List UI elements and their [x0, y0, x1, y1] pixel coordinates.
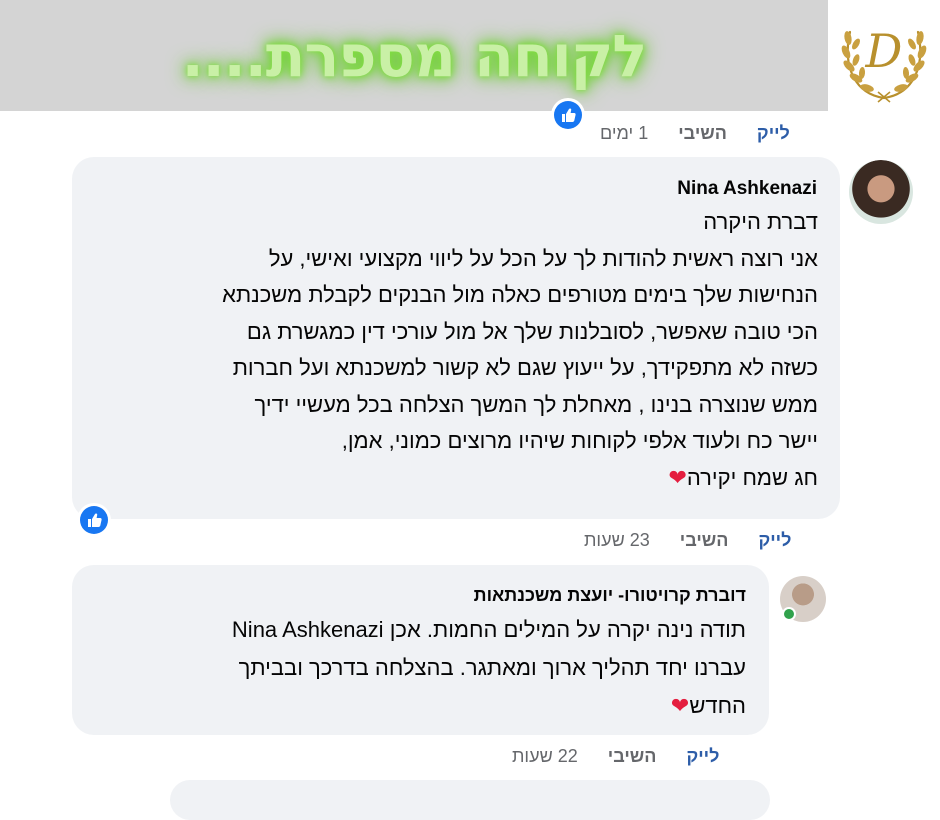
comment-text: החדש: [689, 693, 746, 718]
heart-icon: ❤: [670, 693, 690, 718]
comment1-actions: לייק השיבי 23 שעות: [584, 530, 791, 551]
comment-line-last: חג שמח יקירה❤: [222, 460, 818, 497]
comment-line: אני רוצה ראשית להודות לך על הכל על ליווי…: [268, 245, 818, 271]
comment-author[interactable]: Nina Ashkenazi: [677, 178, 817, 200]
avatar-nina[interactable]: [849, 160, 913, 224]
comment-line: דברת היקרה: [703, 209, 818, 234]
timestamp[interactable]: 22 שעות: [512, 746, 578, 767]
timestamp[interactable]: 1 ימים: [600, 123, 648, 144]
comment-text: חג שמח יקירה: [686, 464, 818, 490]
like-reaction-icon: [551, 98, 585, 132]
reply-link[interactable]: השיבי: [608, 746, 657, 767]
comment-line: הנחישות שלך בימים מטורפים כאלה מול הבנקי…: [222, 282, 818, 307]
online-status-icon: [782, 607, 796, 621]
top-actions: לייק השיבי 1 ימים: [600, 123, 790, 144]
comment2-actions: לייק השיבי 22 שעות: [512, 746, 719, 767]
like-link[interactable]: לייק: [757, 123, 790, 144]
comment-author[interactable]: דוברת קרויטורו- יועצת משכנתאות: [474, 585, 746, 606]
comment-line: הכי טובה שאפשר, לסובלנות שלך אל מול עורכ…: [246, 318, 818, 344]
like-link[interactable]: לייק: [758, 530, 791, 551]
logo: D: [828, 0, 940, 111]
like-link[interactable]: לייק: [686, 746, 719, 767]
comment-line: ממש שנוצרה בנינו , מאחלת לך המשך הצלחה ב…: [254, 391, 818, 417]
comment-line-last: החדש❤: [232, 687, 746, 725]
heart-icon: ❤: [668, 464, 687, 490]
timestamp[interactable]: 23 שעות: [584, 530, 650, 551]
comment-line: כשזה לא מתפקידך, על ייעוץ שגם לא קשור למ…: [232, 355, 818, 380]
comment-line: יישר כח ולעוד אלפי לקוחות שיהיו מרוצים כ…: [341, 428, 818, 453]
comment-line: תודה נינה יקרה על המילים החמות. אכן Nina…: [231, 617, 746, 642]
banner-title: לקוחה מספרת....: [181, 21, 648, 90]
comment-body-1: דברת היקרה אני רוצה ראשית להודות לך על ה…: [222, 204, 818, 496]
comment-line: עברנו יחד תהליך ארוך ומאתגר. בהצלחה בדרכ…: [238, 655, 746, 680]
reply-link[interactable]: השיבי: [680, 530, 729, 551]
like-reaction-icon: [77, 503, 111, 537]
logo-letter: D: [865, 24, 903, 78]
comment-body-2: תודה נינה יקרה על המילים החמות. אכן Nina…: [232, 611, 746, 725]
comment-bubble-3: [170, 780, 770, 820]
reply-link[interactable]: השיבי: [678, 123, 727, 144]
